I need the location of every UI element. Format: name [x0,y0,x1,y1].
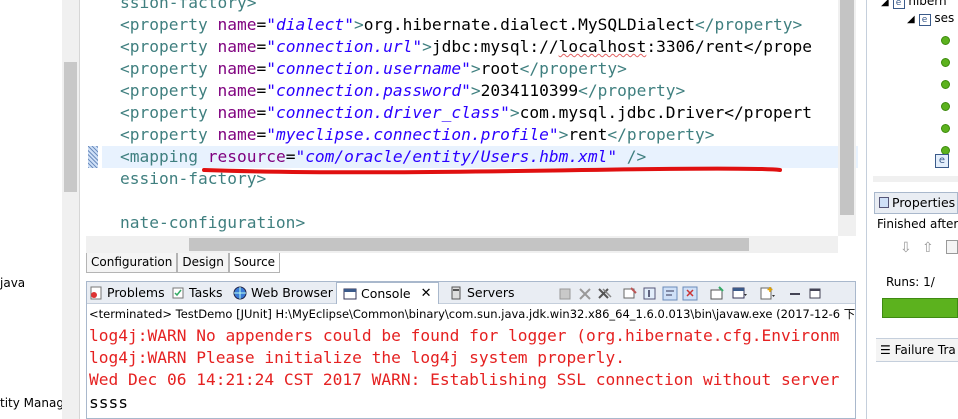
property-node-icon[interactable] [941,102,950,111]
tab-label: Console [361,285,411,301]
junit-success-bar [882,298,958,318]
collapse-arrow-icon: ◢ [881,0,889,8]
package-explorer-scroll-thumb[interactable] [64,62,77,192]
close-icon[interactable]: ✕ [421,283,432,305]
property-name: connection.driver_class [275,103,501,122]
tab-properties[interactable]: Properties [874,192,958,214]
previous-failure-icon[interactable]: ⇧ [922,240,934,256]
tab-label: Servers [467,285,515,300]
minimize-icon[interactable] [787,286,803,301]
view-tab-bar: Problems Tasks Web Browser Console ✕ Ser… [87,282,855,304]
property-value: org.hibernate.dialect.MySQLDialect [363,15,696,34]
editor-gutter [82,0,102,236]
scroll-lock-icon[interactable] [642,286,658,301]
package-item-entity-manager[interactable]: tity Manag [0,396,64,410]
tab-servers[interactable]: Servers [449,282,515,304]
code-line-6[interactable]: <property name="myeclipse.connection.pro… [120,124,715,146]
element-icon: e [918,14,931,26]
tab-console[interactable]: Console ✕ [336,282,439,304]
property-value: com.mysql.jdbc.Driver</propert [519,103,812,122]
spellcheck-word: localhost [558,37,647,56]
property-name: connection.password [275,81,462,100]
tag-text: ssion-factory [120,0,247,12]
tree-label: ses [934,11,955,25]
next-failure-icon[interactable]: ⇩ [900,240,912,256]
element-icon: e [892,0,905,9]
code-line-2[interactable]: <property name="connection.url">jdbc:mys… [120,36,812,58]
tab-web-browser[interactable]: Web Browser [233,282,333,304]
property-value-tail: :3306/rent</prope [646,37,813,56]
property-value: 2034110399 [480,81,579,100]
property-value: rent [568,125,608,144]
property-node-icon[interactable] [941,36,950,45]
tab-tasks[interactable]: Tasks [171,282,223,304]
code-line-4[interactable]: <property name="connection.password">203… [120,80,685,102]
property-node-icon[interactable] [941,124,950,133]
package-item-java[interactable]: java [0,276,25,290]
display-console-icon[interactable] [732,286,748,301]
servers-icon [451,286,461,300]
editor-horizontal-thumb[interactable] [189,238,749,251]
xml-editor[interactable]: ssion-factory> <property name="dialect">… [82,0,858,255]
console-icon [343,288,357,299]
tab-label: Properties [892,195,956,210]
property-value: root [480,59,520,78]
tree-item-session[interactable]: ◢ e ses [907,11,954,26]
tab-label: Web Browser [251,285,333,300]
editor-mode-tabs: Configuration Design Source [86,253,281,273]
tab-label: Failure Tra [894,343,956,357]
tab-source[interactable]: Source [228,253,281,273]
show-console-icon[interactable] [682,286,698,301]
tab-label: Problems [107,285,165,300]
change-marker [88,146,98,168]
problems-icon [90,286,102,300]
tasks-icon [172,287,184,299]
word-wrap-icon[interactable] [662,286,678,301]
terminate-icon[interactable] [557,286,573,301]
junit-history-icon[interactable] [946,240,958,254]
console-view: Problems Tasks Web Browser Console ✕ Ser… [86,281,856,419]
console-launch-header: <terminated> TestDemo [JUnit] H:\MyEclip… [89,307,855,321]
tab-design[interactable]: Design [177,253,229,273]
property-node-icon[interactable] [941,80,950,89]
tab-configuration[interactable]: Configuration [86,253,178,273]
junit-finished-label: Finished after [877,217,958,231]
property-name: connection.username [275,59,462,78]
code-line-0[interactable]: ssion-factory> [120,0,256,14]
console-line-4: ssss [89,393,128,412]
property-name: connection.url [275,37,413,56]
code-line-3[interactable]: <property name="connection.username">roo… [120,58,627,80]
console-line-3: Wed Dec 06 14:21:24 CST 2017 WARN: Estab… [89,370,840,389]
clear-console-icon[interactable] [622,286,638,301]
remove-launch-icon[interactable] [577,286,593,301]
property-node-icon[interactable] [941,58,950,67]
property-value: jdbc:mysql:// [431,37,559,56]
properties-icon [879,197,889,208]
globe-icon [233,286,247,300]
maximize-icon[interactable] [807,286,823,301]
code-line-10[interactable]: nate-configuration> [120,212,305,234]
open-console-icon[interactable] [759,286,775,301]
collapse-arrow-icon: ◢ [907,14,915,25]
tab-label: Tasks [189,285,223,300]
failure-trace-icon: ☰ [880,343,891,357]
property-name: myeclipse.connection.profile [275,125,549,144]
code-line-1[interactable]: <property name="dialect">org.hibernate.d… [120,14,802,36]
red-underline-annotation [202,166,782,175]
console-line-1: log4j:WARN No appenders could be found f… [89,326,840,345]
property-name: dialect [275,15,345,34]
mapping-node-icon[interactable]: e [935,154,949,168]
tab-problems[interactable]: Problems [89,282,165,304]
outline-hscroll[interactable] [873,176,958,182]
tree-label: hibern [908,0,947,8]
pin-console-icon[interactable] [709,286,725,301]
editor-vertical-thumb[interactable] [840,0,854,215]
tab-failure-trace[interactable]: ☰ Failure Tra [876,338,958,362]
tag-text: nate-configuration [120,213,296,232]
junit-runs-label: Runs: 1/ [886,275,935,289]
code-line-5[interactable]: <property name="connection.driver_class"… [120,102,812,124]
console-line-2: log4j:WARN Please initialize the log4j s… [89,348,626,367]
remove-all-terminated-icon[interactable] [597,286,613,301]
tree-item-hibernate[interactable]: ◢ e hibern [881,0,947,9]
